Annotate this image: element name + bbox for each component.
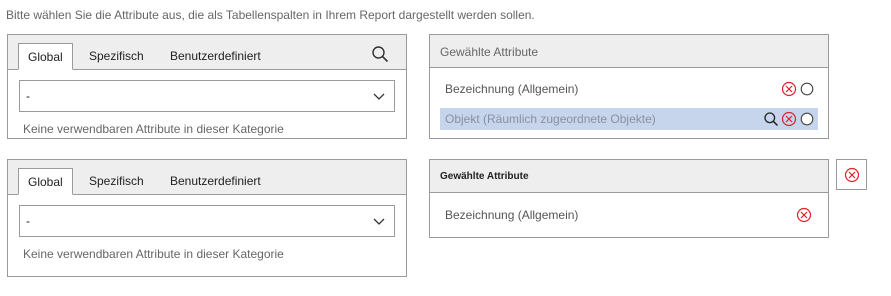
chevron-down-icon: [373, 93, 385, 100]
tab-benutzerdefiniert[interactable]: Benutzerdefiniert: [170, 43, 261, 69]
empty-category-note: Keine verwendbaren Attribute in dieser K…: [23, 122, 284, 136]
tab-benutzerdefiniert[interactable]: Benutzerdefiniert: [170, 168, 261, 194]
remove-circle-icon: [844, 167, 860, 183]
search-icon[interactable]: [371, 45, 389, 63]
attribute-select[interactable]: -: [19, 205, 395, 237]
attribute-label: Objekt (Räumlich zugeordnete Objekte): [445, 112, 656, 126]
row-actions: [763, 111, 815, 127]
chevron-down-icon: [373, 218, 385, 225]
tab-global[interactable]: Global: [18, 43, 73, 70]
selected-attributes-panel-2: Gewählte Attribute Bezeichnung (Allgemei…: [429, 159, 829, 238]
tab-spezifisch[interactable]: Spezifisch: [89, 168, 144, 194]
select-value: -: [26, 214, 30, 228]
empty-category-note: Keine verwendbaren Attribute in dieser K…: [23, 247, 284, 261]
selected-attribute-row[interactable]: Objekt (Räumlich zugeordnete Objekte): [440, 108, 818, 130]
radio-circle-icon[interactable]: [799, 81, 815, 97]
remove-circle-icon[interactable]: [781, 81, 797, 97]
row-actions: [796, 207, 812, 223]
tab-global[interactable]: Global: [18, 168, 73, 195]
attribute-label: Bezeichnung (Allgemein): [445, 208, 579, 222]
attribute-picker-2: Global Spezifisch Benutzerdefiniert - Ke…: [7, 159, 407, 277]
tab-bar: Global Spezifisch Benutzerdefiniert: [8, 35, 406, 70]
panel-title: Gewählte Attribute: [440, 45, 539, 59]
remove-panel-button[interactable]: [836, 159, 867, 190]
attribute-label: Bezeichnung (Allgemein): [445, 82, 579, 96]
attribute-picker-1: Global Spezifisch Benutzerdefiniert - Ke…: [7, 34, 407, 139]
panel-header: Gewählte Attribute: [430, 35, 828, 68]
selected-attribute-row[interactable]: Bezeichnung (Allgemein): [440, 78, 818, 100]
selected-attribute-row[interactable]: Bezeichnung (Allgemein): [440, 204, 818, 226]
remove-circle-icon[interactable]: [796, 207, 812, 223]
selected-attributes-panel-1: Gewählte Attribute Bezeichnung (Allgemei…: [429, 34, 829, 139]
search-icon[interactable]: [763, 111, 779, 127]
tab-bar: Global Spezifisch Benutzerdefiniert: [8, 160, 406, 195]
panel-header: Gewählte Attribute: [430, 160, 828, 193]
remove-circle-icon[interactable]: [781, 111, 797, 127]
row-actions: [781, 81, 815, 97]
tab-spezifisch[interactable]: Spezifisch: [89, 43, 144, 69]
instruction-text: Bitte wählen Sie die Attribute aus, die …: [6, 8, 535, 22]
panel-title: Gewählte Attribute: [440, 171, 529, 182]
select-value: -: [26, 89, 30, 103]
radio-circle-icon[interactable]: [799, 111, 815, 127]
attribute-select[interactable]: -: [19, 80, 395, 112]
